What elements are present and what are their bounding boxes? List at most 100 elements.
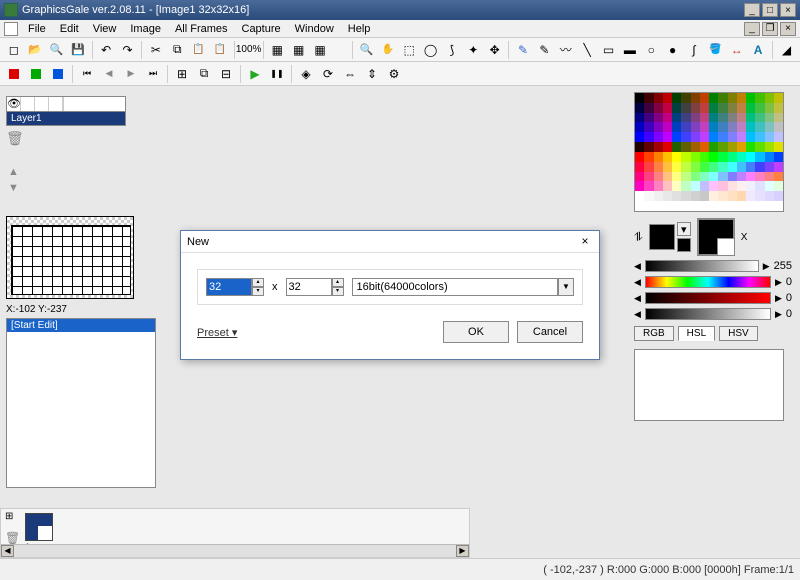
menu-help[interactable]: Help (342, 21, 377, 37)
palette-cell[interactable] (774, 122, 783, 132)
palette-cell[interactable] (746, 162, 755, 172)
preview-canvas[interactable] (11, 225, 131, 295)
frame-header-icon[interactable]: ⊞ (5, 511, 13, 522)
lasso-select-icon[interactable]: ⟆ (442, 40, 461, 60)
palette-cell[interactable] (691, 103, 700, 113)
width-stepper[interactable]: ▴▾ (206, 278, 264, 296)
preset-link[interactable]: Preset ▾ (197, 326, 237, 339)
next-frame-icon[interactable] (121, 64, 141, 84)
minimize-button[interactable]: _ (744, 3, 760, 17)
layer-down-icon[interactable]: ▼ (8, 182, 19, 194)
tab-rgb[interactable]: RGB (634, 326, 674, 341)
height-stepper[interactable]: ▴▾ (286, 278, 344, 296)
tab-hsl[interactable]: HSL (678, 326, 715, 341)
cancel-button[interactable]: Cancel (517, 321, 583, 343)
palette-cell[interactable] (755, 132, 764, 142)
palette-cell[interactable] (774, 201, 783, 211)
palette-cell[interactable] (700, 201, 709, 211)
palette-cell[interactable] (635, 103, 644, 113)
palette-cell[interactable] (728, 152, 737, 162)
new-icon[interactable] (4, 40, 23, 60)
tile-icon[interactable] (310, 40, 329, 60)
transparency-icon[interactable]: ◈ (296, 64, 316, 84)
palette-cell[interactable] (654, 122, 663, 132)
palette-cell[interactable] (663, 172, 672, 182)
palette-cell[interactable] (718, 152, 727, 162)
palette-cell[interactable] (746, 103, 755, 113)
palette-cell[interactable] (774, 152, 783, 162)
play-icon[interactable] (245, 64, 265, 84)
palette-cell[interactable] (644, 142, 653, 152)
palette-cell[interactable] (774, 142, 783, 152)
palette-cell[interactable] (746, 113, 755, 123)
dup-frame-icon[interactable]: ⧉ (194, 64, 214, 84)
palette-cell[interactable] (654, 152, 663, 162)
palette-cell[interactable] (728, 162, 737, 172)
palette-cell[interactable] (700, 152, 709, 162)
palette-cell[interactable] (755, 172, 764, 182)
ok-button[interactable]: OK (443, 321, 509, 343)
palette-cell[interactable] (746, 191, 755, 201)
palette-cell[interactable] (728, 113, 737, 123)
palette-cell[interactable] (700, 181, 709, 191)
width-down-icon[interactable]: ▾ (252, 287, 264, 296)
frame-props2-icon[interactable] (26, 64, 46, 84)
palette-cell[interactable] (681, 172, 690, 182)
palette-cell[interactable] (635, 201, 644, 211)
palette-cell[interactable] (709, 122, 718, 132)
sat-right-icon[interactable]: ▶ (775, 293, 782, 304)
palette-cell[interactable] (755, 201, 764, 211)
mdi-minimize-button[interactable]: _ (744, 22, 760, 36)
palette-cell[interactable] (765, 113, 774, 123)
palette-cell[interactable] (774, 181, 783, 191)
swatch-library[interactable] (634, 349, 784, 421)
palette-cell[interactable] (663, 181, 672, 191)
sat-left-icon[interactable]: ◀ (634, 293, 641, 304)
menu-edit[interactable]: Edit (54, 21, 85, 37)
palette-cell[interactable] (672, 142, 681, 152)
palette-cell[interactable] (700, 172, 709, 182)
palette-cell[interactable] (635, 122, 644, 132)
undo-icon[interactable] (96, 40, 115, 60)
active-color-swatch[interactable] (697, 218, 735, 256)
first-frame-icon[interactable] (77, 64, 97, 84)
palette-cell[interactable] (728, 93, 737, 103)
palette-cell[interactable] (691, 181, 700, 191)
palette-cell[interactable] (718, 103, 727, 113)
palette-cell[interactable] (774, 93, 783, 103)
height-up-icon[interactable]: ▴ (332, 278, 344, 287)
palette-cell[interactable] (654, 132, 663, 142)
mdi-restore-button[interactable]: ❐ (762, 22, 778, 36)
palette-cell[interactable] (700, 93, 709, 103)
palette-cell[interactable] (644, 172, 653, 182)
palette-cell[interactable] (635, 113, 644, 123)
palette-cell[interactable] (635, 162, 644, 172)
palette-cell[interactable] (691, 191, 700, 201)
palette-cell[interactable] (672, 152, 681, 162)
palette-cell[interactable] (654, 181, 663, 191)
palette-cell[interactable] (728, 181, 737, 191)
palette-cell[interactable] (728, 191, 737, 201)
palette-cell[interactable] (635, 152, 644, 162)
palette-cell[interactable] (737, 172, 746, 182)
palette-cell[interactable] (672, 122, 681, 132)
palette-cell[interactable] (672, 181, 681, 191)
browse-icon[interactable] (47, 40, 66, 60)
palette-cell[interactable] (654, 162, 663, 172)
palette-cell[interactable] (737, 122, 746, 132)
palette-cell[interactable] (709, 201, 718, 211)
palette-cell[interactable] (765, 181, 774, 191)
layer-alpha-icon[interactable] (49, 97, 63, 111)
layer-link-icon[interactable] (35, 97, 49, 111)
palette-cell[interactable] (765, 152, 774, 162)
palette-cell[interactable] (672, 201, 681, 211)
palette-cell[interactable] (644, 103, 653, 113)
width-up-icon[interactable]: ▴ (252, 278, 264, 287)
layer-name[interactable]: Layer1 (6, 112, 126, 126)
hue-slider[interactable] (645, 276, 771, 288)
palette-cell[interactable] (765, 191, 774, 201)
palette-cell[interactable] (635, 181, 644, 191)
palette-cell[interactable] (663, 122, 672, 132)
menu-view[interactable]: View (87, 21, 123, 37)
palette-cell[interactable] (737, 162, 746, 172)
